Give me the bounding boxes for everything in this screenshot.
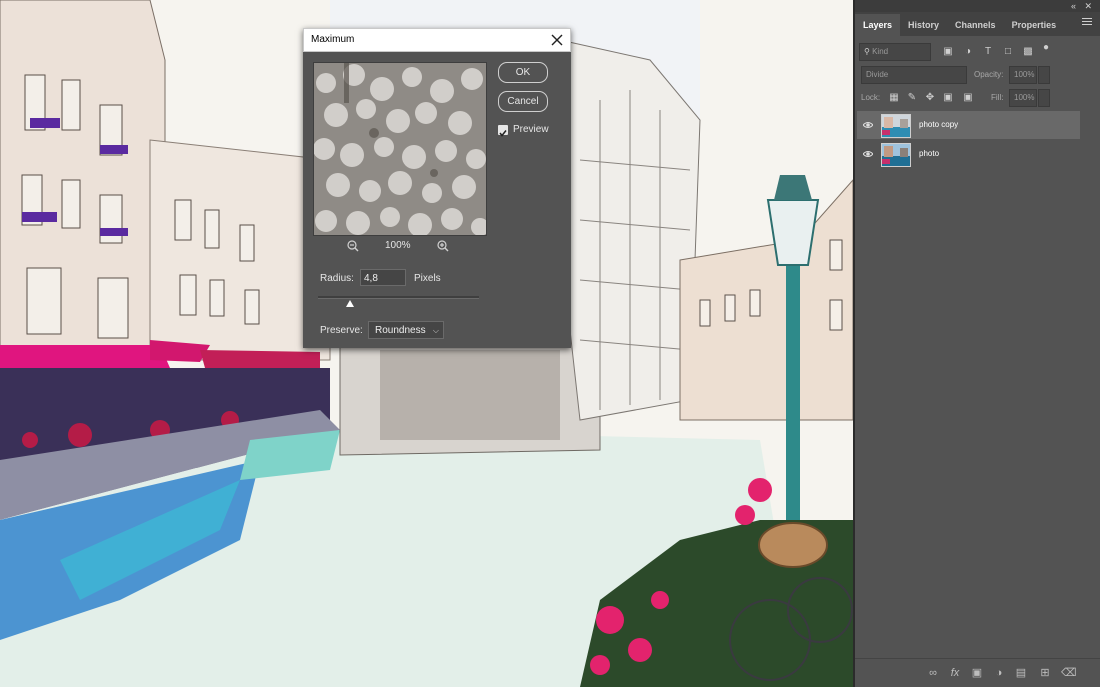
opacity-label: Opacity: <box>974 70 1004 79</box>
lock-position-icon[interactable]: ✥ <box>925 93 935 103</box>
maximum-dialog: Maximum OK Cancel Preview 100% Radius: 4… <box>303 28 571 348</box>
ok-button[interactable]: OK <box>498 62 548 83</box>
tab-history[interactable]: History <box>900 14 947 36</box>
cancel-button[interactable]: Cancel <box>498 91 548 112</box>
filter-toggle-icon[interactable]: ● <box>1041 43 1051 53</box>
blend-row: Divide Opacity: 100% <box>859 66 1094 84</box>
filter-kind-value: Kind <box>872 47 889 56</box>
layer-name[interactable]: photo <box>919 140 939 168</box>
filter-type-icon[interactable]: T <box>983 47 993 57</box>
lock-artboard-icon[interactable]: ▣ <box>943 93 953 103</box>
fill-dropdown[interactable] <box>1038 89 1050 107</box>
zoom-level: 100% <box>385 240 411 251</box>
tab-layers[interactable]: Layers <box>855 14 901 36</box>
panel-tabs: Layers History Channels Properties <box>855 12 1100 36</box>
lock-label: Lock: <box>861 93 881 102</box>
filter-pixel-icon[interactable]: ▣ <box>943 47 953 57</box>
filter-preview-image[interactable] <box>313 62 487 236</box>
layer-thumbnail <box>881 143 911 167</box>
close-icon[interactable] <box>550 33 564 47</box>
layer-filter-row: ⚲ Kind ▣ ◑ T □ ▩ ● <box>859 43 1094 61</box>
collapse-panels-icon[interactable]: « <box>1071 0 1076 12</box>
filter-shape-icon[interactable]: □ <box>1003 47 1013 57</box>
filter-kind-select[interactable]: ⚲ Kind <box>859 43 931 61</box>
dialog-title: Maximum <box>311 34 355 45</box>
radius-label: Radius: <box>320 273 354 284</box>
mask-icon[interactable]: ▣ <box>971 667 983 679</box>
lock-transparent-icon[interactable]: ▦ <box>889 93 899 103</box>
new-layer-icon[interactable]: ⊞ <box>1039 667 1051 679</box>
radius-slider[interactable] <box>318 296 479 299</box>
radius-slider-thumb[interactable] <box>345 300 354 307</box>
eye-icon[interactable] <box>863 120 873 130</box>
layers-panel: « ✕ Layers History Channels Properties ⚲… <box>853 0 1100 687</box>
layer-name[interactable]: photo copy <box>919 111 958 139</box>
radius-unit: Pixels <box>414 273 441 284</box>
zoom-in-icon[interactable] <box>437 240 449 252</box>
lock-all-icon[interactable]: ▣ <box>963 93 973 103</box>
fx-icon[interactable]: fx <box>949 667 961 679</box>
preserve-label: Preserve: <box>320 325 363 336</box>
layers-bottom-toolbar: ∞ fx ▣ ◑ ▤ ⊞ ⌫ <box>855 658 1100 687</box>
fill-input[interactable]: 100% <box>1009 89 1037 107</box>
panel-menu-icon[interactable] <box>1082 18 1092 27</box>
layer-row[interactable]: photo <box>857 140 1080 168</box>
preview-label[interactable]: Preview <box>513 122 549 138</box>
link-icon[interactable]: ∞ <box>927 667 939 679</box>
lock-row: Lock: ▦ ✎ ✥ ▣ ▣ Fill: 100% <box>859 89 1094 107</box>
search-icon: ⚲ <box>864 47 870 56</box>
trash-icon[interactable]: ⌫ <box>1061 667 1077 679</box>
opacity-dropdown[interactable] <box>1038 66 1050 84</box>
layer-row[interactable]: photo copy <box>857 111 1080 139</box>
zoom-controls: 100% <box>313 238 485 254</box>
adjustment-icon[interactable]: ◑ <box>993 667 1005 679</box>
panel-topbar: « ✕ <box>855 0 1100 12</box>
zoom-out-icon[interactable] <box>347 240 359 252</box>
preserve-dropdown[interactable]: Roundness ⌵ <box>368 321 444 339</box>
blend-mode-value: Divide <box>866 70 889 79</box>
opacity-input[interactable]: 100% <box>1009 66 1037 84</box>
filter-adjustment-icon[interactable]: ◑ <box>963 47 973 57</box>
tab-channels[interactable]: Channels <box>947 14 1004 36</box>
fill-label: Fill: <box>991 93 1004 102</box>
layer-thumbnail <box>881 114 911 138</box>
checkmark-icon <box>499 130 507 137</box>
preserve-value: Roundness <box>375 325 426 336</box>
eye-icon[interactable] <box>863 149 873 159</box>
close-panel-icon[interactable]: ✕ <box>1084 0 1092 12</box>
chevron-down-icon: ⌵ <box>432 326 439 335</box>
preview-checkbox[interactable] <box>498 125 508 137</box>
dialog-titlebar[interactable]: Maximum <box>303 28 571 52</box>
radius-input[interactable]: 4,8 <box>360 269 406 286</box>
tab-properties[interactable]: Properties <box>1004 14 1065 36</box>
lock-image-icon[interactable]: ✎ <box>907 93 917 103</box>
folder-icon[interactable]: ▤ <box>1015 667 1027 679</box>
filter-smart-object-icon[interactable]: ▩ <box>1023 47 1033 57</box>
blend-mode-select[interactable]: Divide <box>861 66 967 84</box>
